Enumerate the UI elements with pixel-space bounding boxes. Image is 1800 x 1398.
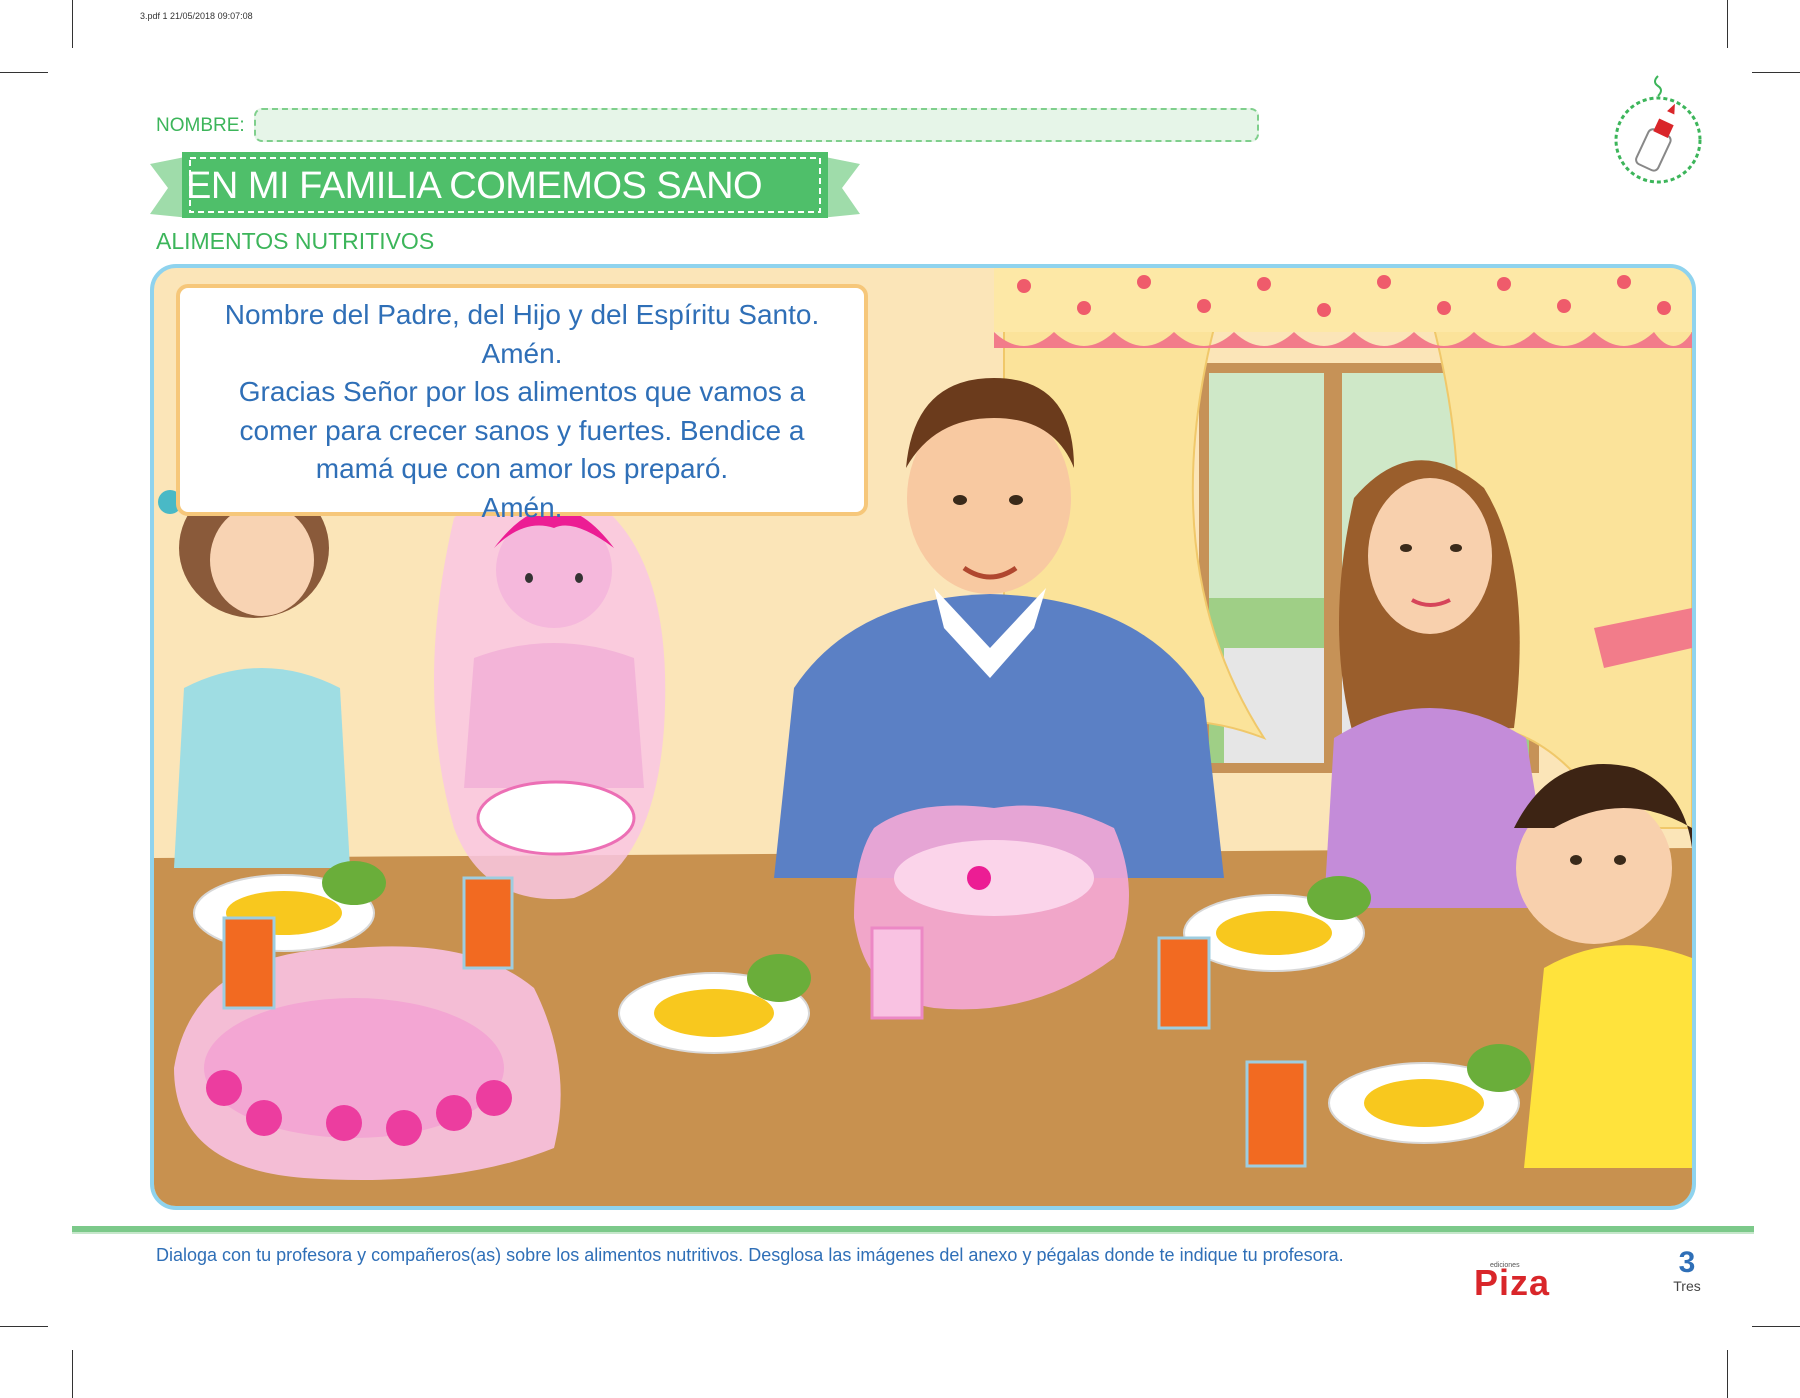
- crop-mark: [1752, 72, 1800, 73]
- prayer-line: Amén.: [481, 491, 563, 523]
- crop-mark: [1727, 1350, 1728, 1398]
- file-info: 3.pdf 1 21/05/2018 09:07:08: [140, 11, 253, 21]
- glue-bottle-icon: [1614, 75, 1702, 184]
- crop-mark: [0, 1326, 48, 1327]
- family-meal-illustration: Nombre del Padre, del Hijo y del Espírit…: [150, 264, 1696, 1210]
- crop-mark: [72, 1350, 73, 1398]
- prayer-box: Nombre del Padre, del Hijo y del Espírit…: [176, 284, 868, 523]
- crop-mark: [1727, 0, 1728, 48]
- crop-mark: [1752, 1326, 1800, 1327]
- prayer-line: Nombre del Padre, del Hijo y del Espírit…: [224, 299, 820, 330]
- prayer-line: comer para crecer sanos y fuertes. Bendi…: [239, 414, 805, 446]
- prayer-line: mamá que con amor los preparó.: [315, 453, 729, 484]
- page-title: EN MI FAMILIA COMEMOS SANO: [186, 165, 763, 207]
- prayer-line: Gracias Señor por los alimentos que vamo…: [238, 376, 806, 407]
- crop-mark: [0, 72, 48, 73]
- page-number: 3: [1678, 1246, 1696, 1279]
- prayer-line: Amén.: [481, 337, 563, 369]
- page-subtitle: ALIMENTOS NUTRITIVOS: [156, 228, 435, 254]
- crop-mark: [72, 0, 73, 48]
- instruction-text: Dialoga con tu profesora y compañeros(as…: [156, 1245, 1344, 1265]
- name-label: NOMBRE:: [156, 115, 245, 136]
- page-number-word: Tres: [1673, 1278, 1701, 1294]
- footer-divider-shadow: [72, 1232, 1754, 1234]
- name-field[interactable]: [254, 108, 1259, 142]
- publisher-logo: Piza: [1474, 1262, 1551, 1303]
